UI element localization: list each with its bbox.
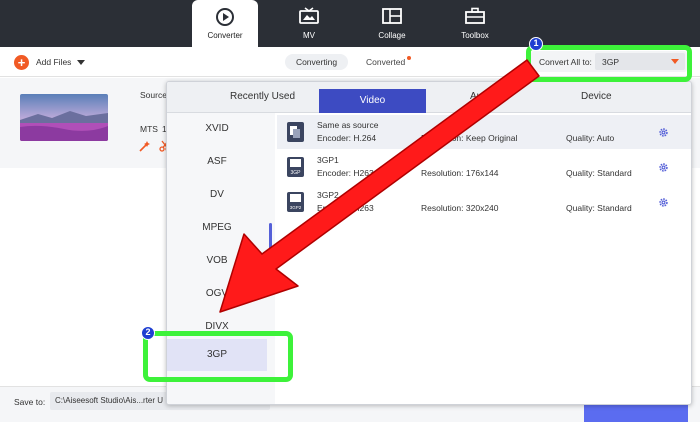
tab-mv[interactable]: MV: [276, 0, 342, 47]
format-item-asf[interactable]: ASF: [167, 146, 267, 178]
add-files-label: Add Files: [36, 57, 72, 67]
top-nav: Converter MV Collage Toolbox: [0, 0, 700, 48]
gear-icon[interactable]: [658, 127, 669, 140]
format-tabs: Recently Used Video Audio Device: [167, 82, 691, 113]
tab-converted[interactable]: Converted: [366, 54, 412, 70]
tab-recently-used[interactable]: Recently Used: [230, 91, 295, 102]
highlight-convert-all: [526, 45, 692, 82]
tab-collage-label: Collage: [378, 31, 406, 40]
highlight-3gp: [143, 331, 293, 382]
tv-icon: [299, 7, 319, 27]
preset-encoder: Encoder: H263: [317, 203, 374, 213]
format-item-ogv[interactable]: OGV: [167, 278, 267, 310]
preset-name: Same as source: [317, 120, 379, 130]
preset-resolution: Resolution: 176x144: [421, 168, 499, 178]
format-item-vob[interactable]: VOB: [167, 245, 267, 277]
3gp2-file-icon: 3GP2: [286, 191, 305, 213]
video-thumbnail[interactable]: [20, 94, 108, 141]
preset-quality: Quality: Standard: [566, 203, 632, 213]
format-list-scrollbar[interactable]: [269, 223, 272, 269]
add-files-button[interactable]: + Add Files: [14, 53, 86, 71]
preset-resolution: Resolution: 320x240: [421, 203, 499, 213]
file-format: MTS: [140, 124, 158, 134]
step-badge-1: 1: [529, 37, 543, 51]
svg-text:3GP: 3GP: [290, 170, 301, 176]
tab-video[interactable]: Video: [319, 89, 426, 113]
preset-row[interactable]: Same as source Encoder: H.264 Resolution…: [277, 115, 691, 149]
step-badge-2: 2: [141, 326, 155, 340]
converter-icon: [215, 7, 235, 29]
tab-toolbox[interactable]: Toolbox: [442, 0, 508, 47]
gear-icon[interactable]: [658, 197, 669, 210]
same-as-source-icon: [286, 121, 305, 143]
svg-text:3GP2: 3GP2: [290, 205, 302, 210]
chevron-down-icon[interactable]: [77, 59, 86, 65]
preset-encoder: Encoder: H.264: [317, 133, 377, 143]
preset-row[interactable]: 3GP2 3GP2 Encoder: H263 Resolution: 320x…: [277, 185, 691, 219]
toolbox-icon: [465, 7, 485, 27]
tab-device[interactable]: Device: [581, 91, 612, 102]
tab-toolbox-label: Toolbox: [461, 31, 489, 40]
source-label: Source: [140, 90, 167, 100]
tab-converted-label: Converted: [366, 57, 406, 67]
format-item-mpeg[interactable]: MPEG: [167, 212, 267, 244]
format-item-xvid[interactable]: XVID: [167, 113, 267, 145]
preset-row[interactable]: 3GP 3GP1 Encoder: H263 Resolution: 176x1…: [277, 150, 691, 184]
collage-icon: [382, 7, 402, 27]
preset-encoder: Encoder: H263: [317, 168, 374, 178]
plus-icon: +: [14, 54, 29, 70]
tab-audio[interactable]: Audio: [470, 91, 496, 102]
tab-converter[interactable]: Converter: [192, 0, 258, 48]
3gp-file-icon: 3GP: [286, 156, 305, 178]
gear-icon[interactable]: [658, 162, 669, 175]
save-to-label: Save to:: [14, 397, 46, 407]
preset-resolution: Resolution: Keep Original: [421, 133, 518, 143]
format-item-dv[interactable]: DV: [167, 179, 267, 211]
magic-wand-icon[interactable]: [139, 140, 151, 154]
preset-name: 3GP2: [317, 190, 339, 200]
tab-converting[interactable]: Converting: [285, 54, 348, 70]
preset-name: 3GP1: [317, 155, 339, 165]
tab-converter-label: Converter: [207, 31, 243, 40]
preset-quality: Quality: Standard: [566, 168, 632, 178]
notification-dot: [407, 56, 412, 60]
tab-collage[interactable]: Collage: [359, 0, 425, 47]
preset-quality: Quality: Auto: [566, 133, 615, 143]
tab-mv-label: MV: [303, 31, 315, 40]
